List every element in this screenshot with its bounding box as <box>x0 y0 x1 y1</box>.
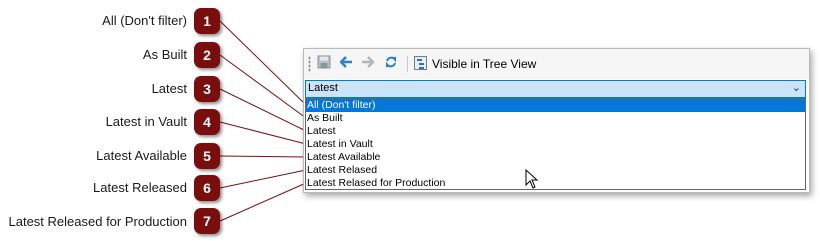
dropdown-option-latest[interactable]: Latest <box>306 125 805 138</box>
leader-line-7 <box>219 182 307 222</box>
leader-line-3 <box>219 88 307 132</box>
toolbar: Visible in Tree View <box>304 49 809 79</box>
refresh-icon[interactable] <box>383 55 399 71</box>
callout-badge-4: 4 <box>194 109 220 135</box>
visible-in-tree-view-label[interactable]: Visible in Tree View <box>432 57 536 71</box>
filter-dropdown[interactable]: Latest ⌄ <box>305 80 806 98</box>
callout-label-1: All (Don't filter) <box>102 13 187 28</box>
callout-label-2: As Built <box>142 47 187 62</box>
leader-line-4 <box>219 121 307 145</box>
leader-line-2 <box>219 54 307 119</box>
leader-line-5 <box>219 155 307 158</box>
callout-badge-6: 6 <box>194 175 220 201</box>
dropdown-option-latest-in-vault[interactable]: Latest in Vault <box>306 138 805 151</box>
filter-dropdown-list: All (Don't filter) As Built Latest Lates… <box>305 98 806 190</box>
chevron-down-icon[interactable]: ⌄ <box>792 81 801 94</box>
callout-label-6: Latest Released <box>93 180 187 195</box>
dropdown-option-latest-available[interactable]: Latest Available <box>306 151 805 164</box>
leader-line-1 <box>219 20 307 106</box>
back-arrow-icon[interactable] <box>338 55 354 71</box>
filter-dropdown-value: Latest <box>308 82 338 94</box>
callout-label-5: Latest Available <box>96 148 187 163</box>
callout-badge-7: 7 <box>194 208 220 234</box>
dropdown-option-latest-released-production[interactable]: Latest Relased for Production <box>306 177 805 190</box>
forward-arrow-icon[interactable] <box>360 55 376 71</box>
mouse-cursor-icon <box>525 169 539 189</box>
dropdown-option-all[interactable]: All (Don't filter) <box>306 99 805 112</box>
toolbar-grip[interactable] <box>308 56 311 72</box>
callout-badge-2: 2 <box>194 42 220 68</box>
callout-label-3: Latest <box>151 81 187 96</box>
tree-view-icon[interactable] <box>414 56 427 70</box>
callout-badge-5: 5 <box>194 143 220 169</box>
callout-label-4: Latest in Vault <box>105 114 187 129</box>
leader-line-6 <box>219 169 307 189</box>
filter-window: Visible in Tree View Latest ⌄ All (Don't… <box>303 48 810 193</box>
toolbar-separator <box>407 56 408 72</box>
dropdown-option-latest-released[interactable]: Latest Relased <box>306 164 805 177</box>
save-icon[interactable] <box>316 55 332 71</box>
callout-badge-3: 3 <box>194 76 220 102</box>
callout-badge-1: 1 <box>194 8 220 34</box>
dropdown-option-as-built[interactable]: As Built <box>306 112 805 125</box>
callout-label-7: Latest Released for Production <box>8 214 188 229</box>
